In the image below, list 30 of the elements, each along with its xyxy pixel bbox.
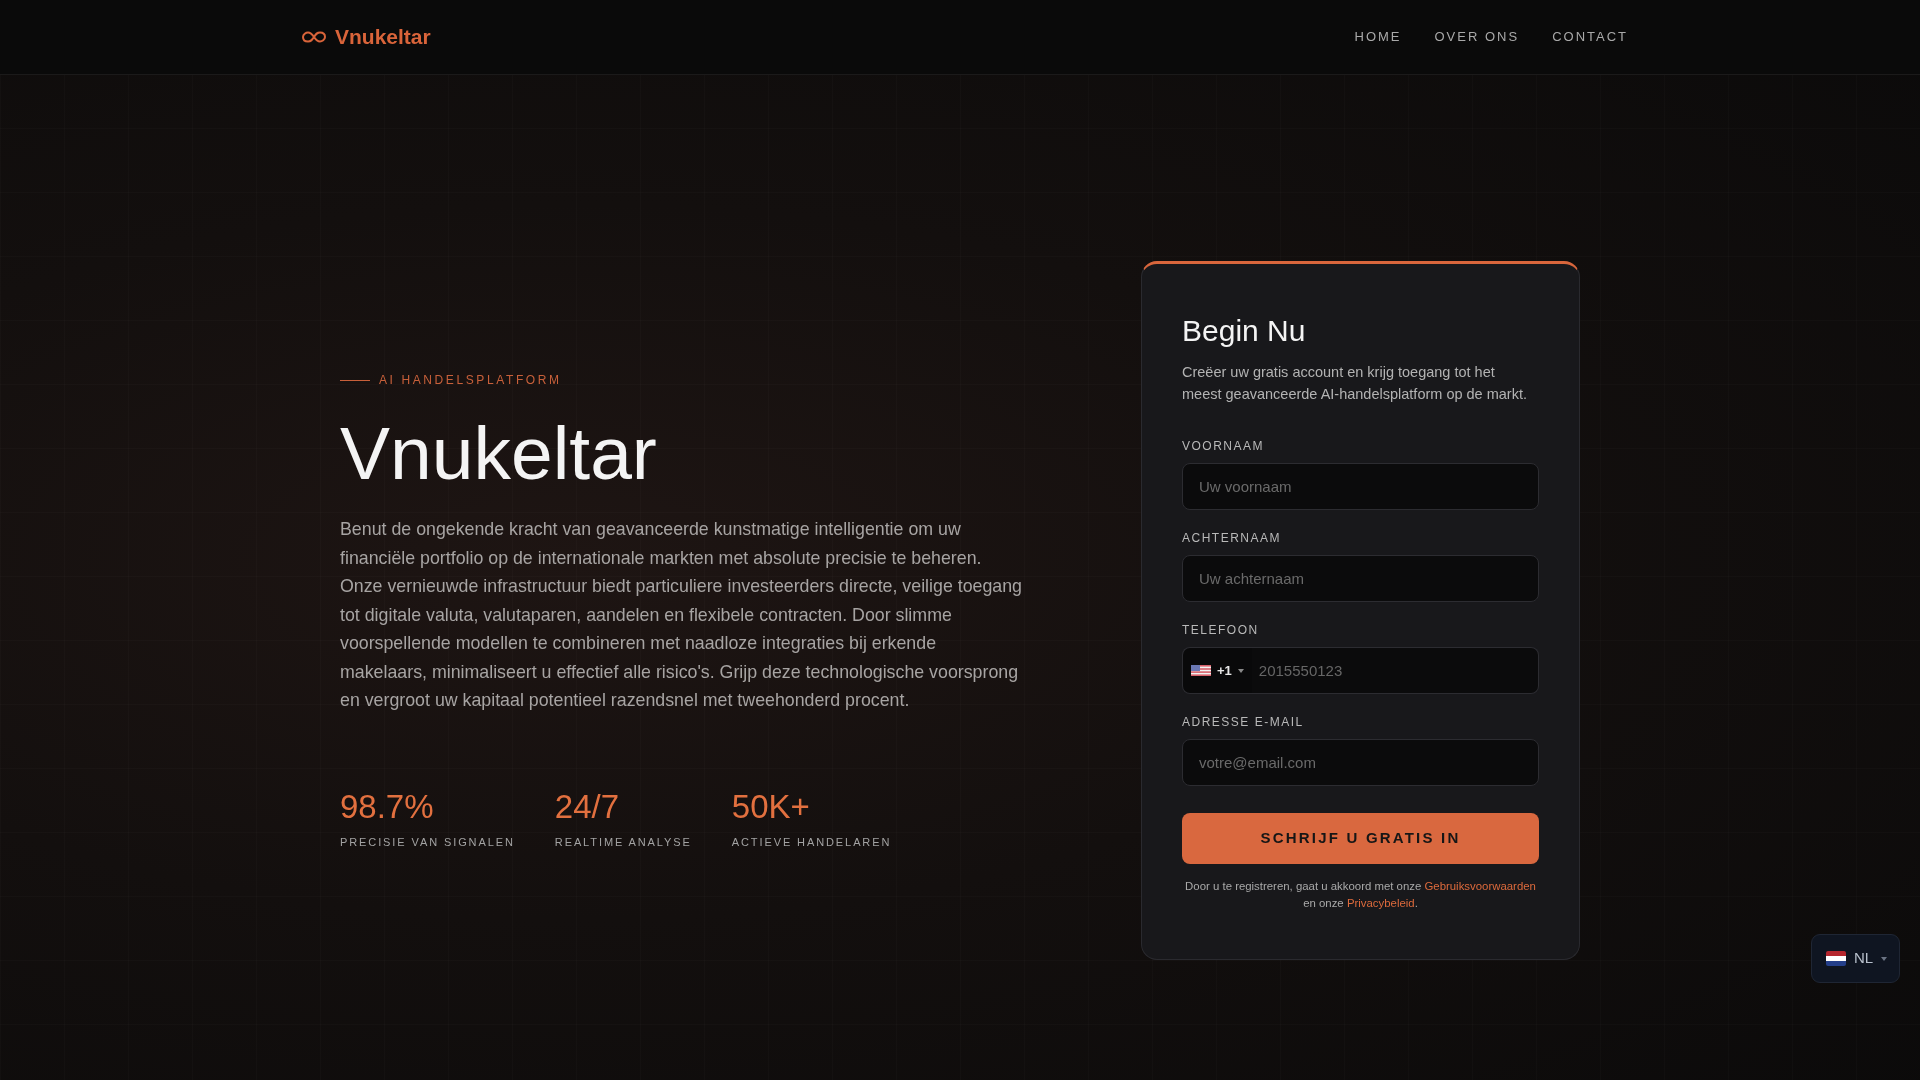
stat-label: REALTIME ANALYSE <box>554 834 692 849</box>
field-label: VOORNAAM <box>1182 439 1265 453</box>
infinity-icon <box>302 31 326 43</box>
field-label: ACHTERNAAM <box>1182 531 1282 545</box>
stat-label: PRECISIE VAN SIGNALEN <box>340 834 515 849</box>
email-input-field[interactable]: votre@email.com <box>1182 739 1539 786</box>
field-label: ADRESSE E-MAIL <box>1182 715 1305 729</box>
nav-link[interactable]: OVER ONS <box>1434 28 1520 46</box>
terms-link[interactable]: Gebruiksvoorwaarden <box>1424 880 1536 892</box>
field-label: TELEFOON <box>1182 623 1260 637</box>
form-description: Creëer uw gratis account en krijg toegang tot het meest geavanceerde AI-handelsplatform op de markt. <box>1182 363 1528 404</box>
stat-value: 50K+ <box>731 789 810 823</box>
text-input-field[interactable]: Uw voornaam <box>1182 463 1539 510</box>
form-title: Begin Nu <box>1182 316 1306 346</box>
caret-icon <box>1881 956 1888 961</box>
text-input-field[interactable]: Uw achternaam <box>1182 555 1539 602</box>
signup-button[interactable]: SCHRIJF U GRATIS IN <box>1182 813 1539 864</box>
nav-link[interactable]: HOME <box>1354 28 1402 46</box>
nav-link[interactable]: CONTACT <box>1552 28 1628 46</box>
stat-value: 24/7 <box>554 789 620 823</box>
flag-icon <box>1826 951 1846 966</box>
stat-value: 98.7% <box>340 789 434 823</box>
hero-description: Benut de ongekende kracht van geavanceerde kunstmatige intelligentie om uw financiële portfolio op de internationale markten met absolute precisie te beheren. Onze vernieuwde infrastructuur biedt particuliere investeerders directe, veilige toegang tot digitale valuta, valutaparen, aandelen en flexibele contracten. Door slimme voorspellende modellen te combineren met naadloze integraties bij erkende makelaars, minimaliseert u effectief alle risico's. Grijp deze technologische voorsprong en vergroot uw kapitaal potentieel razendsnel met tweehonderd procent. <box>340 518 1023 713</box>
language-selector[interactable]: NL <box>1811 934 1900 983</box>
hero-title: Vnukeltar <box>340 416 657 492</box>
eyebrow-label: AI HANDELSPLATFORM <box>379 372 562 389</box>
privacy-link[interactable]: Privacybeleid <box>1346 897 1415 909</box>
logo-link[interactable]: Vnukeltar <box>302 25 431 49</box>
terms-text: Door u te registreren, gaat u akkoord met onze Gebruiksvoorwaarden en onze Privacybeleid. <box>1184 879 1537 911</box>
stat-label: ACTIEVE HANDELAREN <box>731 834 892 849</box>
